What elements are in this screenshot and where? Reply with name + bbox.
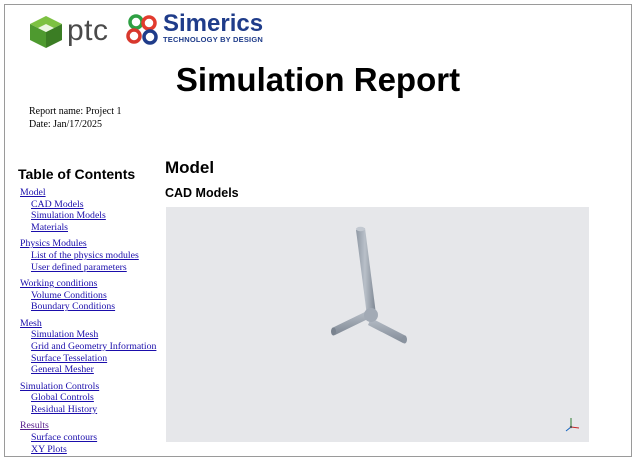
table-of-contents: Model CAD Models Simulation Models Material…: [20, 187, 156, 455]
toc-link-surface-tesselation[interactable]: Surface Tesselation: [20, 353, 156, 365]
toc-section-mesh[interactable]: Mesh: [20, 318, 156, 330]
ptc-logo-text: ptc: [67, 14, 109, 47]
toc-link-residual-history[interactable]: Residual History: [20, 404, 156, 416]
report-date: Date: Jan/17/2025: [29, 118, 103, 130]
report-name: Report name: Project 1: [29, 106, 122, 117]
ptc-logo-icon: [30, 16, 62, 48]
toc-title: Table of Contents: [18, 166, 136, 182]
toc-link-boundary-conditions[interactable]: Boundary Conditions: [20, 301, 156, 313]
toc-link-grid-and-geometry-information[interactable]: Grid and Geometry Information: [20, 341, 156, 353]
toc-link-cad-models[interactable]: CAD Models: [20, 199, 156, 211]
section-heading-model: Model: [165, 158, 215, 177]
toc-link-global-controls[interactable]: Global Controls: [20, 392, 156, 404]
toc-link-simulation-mesh[interactable]: Simulation Mesh: [20, 329, 156, 341]
report-meta: Report name: Project 1 Date: Jan/17/2025: [29, 106, 121, 131]
t-junction-pipe-model: [331, 226, 407, 344]
report-page: ptc Simerics TECHNOLOGY BY DESIGN Simula…: [4, 4, 632, 457]
simerics-logo-text: Simerics: [163, 10, 264, 37]
subsection-heading-cad-models: CAD Models: [165, 186, 239, 200]
toc-link-simulation-models[interactable]: Simulation Models: [20, 210, 156, 222]
toc-link-user-defined-parameters[interactable]: User defined parameters: [20, 262, 156, 274]
toc-link-materials[interactable]: Materials: [20, 222, 156, 234]
toc-link-list-of-the-physics-modules[interactable]: List of the physics modules: [20, 250, 156, 262]
toc-section-physics-modules[interactable]: Physics Modules: [20, 238, 156, 250]
toc-link-volume-conditions[interactable]: Volume Conditions: [20, 290, 156, 302]
cad-model-render: [331, 226, 580, 432]
toc-link-surface-contours[interactable]: Surface contours: [20, 432, 156, 444]
triad-axis-icon: [565, 418, 580, 432]
cad-model-viewer[interactable]: [166, 207, 589, 442]
simerics-logo-icon: [126, 14, 158, 45]
toc-section-working-conditions[interactable]: Working conditions: [20, 278, 156, 290]
toc-link-xy-plots[interactable]: XY Plots: [20, 444, 156, 456]
report-title: Simulation Report: [175, 61, 461, 98]
toc-section-results[interactable]: Results: [20, 420, 156, 432]
toc-link-general-mesher[interactable]: General Mesher: [20, 364, 156, 376]
toc-section-model[interactable]: Model: [20, 187, 156, 199]
simerics-tagline: TECHNOLOGY BY DESIGN: [163, 35, 263, 44]
toc-section-simulation-controls[interactable]: Simulation Controls: [20, 381, 156, 393]
